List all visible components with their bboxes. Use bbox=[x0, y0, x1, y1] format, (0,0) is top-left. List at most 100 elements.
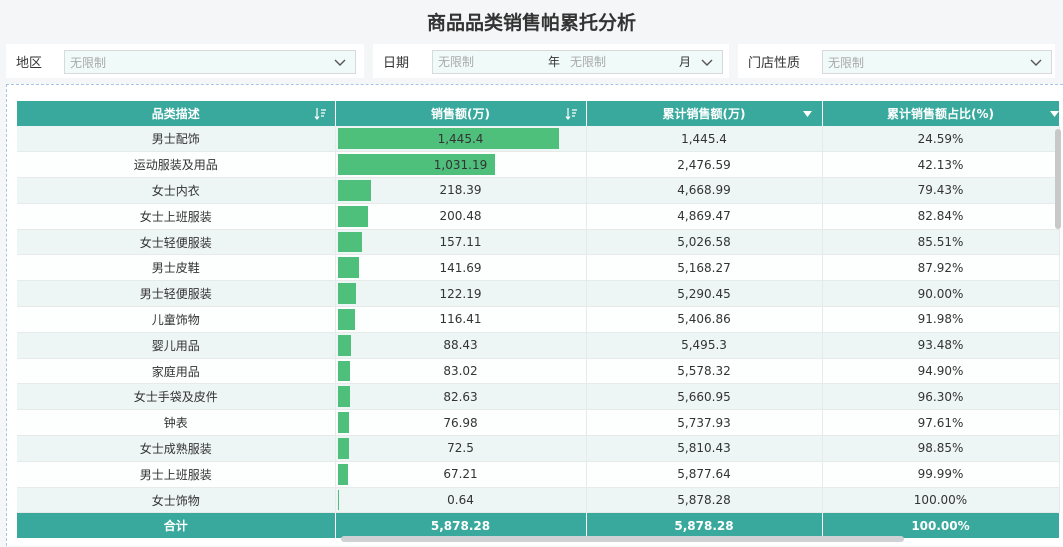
category-cell: 运动服装及用品 bbox=[17, 151, 336, 179]
month-unit: 月 bbox=[679, 55, 692, 69]
store-type-select[interactable]: 无限制 bbox=[822, 50, 1052, 74]
sales-value: 122.19 bbox=[439, 286, 482, 301]
cumulative-cell: 5,168.27 bbox=[586, 254, 823, 282]
cumulative-cell: 5,878.28 bbox=[586, 487, 823, 514]
column-header-cumulative-pct[interactable]: 累计销售额占比(%) bbox=[822, 101, 1061, 126]
cumulative-cell: 5,026.58 bbox=[586, 229, 823, 256]
total-cumulative-pct: 100.00% bbox=[822, 512, 1060, 538]
pareto-table: 品类描述 销售额(万) 累计销售额(万) 累计销售额占比(%) 男士配饰 1,4… bbox=[17, 101, 1060, 538]
sales-cell: 122.19 bbox=[335, 280, 587, 308]
category-cell: 女士饰物 bbox=[17, 487, 336, 514]
triangle-down-icon[interactable] bbox=[1048, 107, 1061, 120]
sort-desc-icon[interactable] bbox=[565, 107, 578, 120]
category-cell: 钟表 bbox=[17, 409, 336, 437]
sales-bar bbox=[337, 257, 360, 279]
cumulative-pct-cell: 99.99% bbox=[822, 461, 1060, 488]
table-row: 运动服装及用品 1,031.19 2,476.59 42.13% bbox=[17, 151, 1060, 179]
table-header-row: 品类描述 销售额(万) 累计销售额(万) 累计销售额占比(%) bbox=[17, 101, 1061, 126]
table-row: 女士上班服装 200.48 4,869.47 82.84% bbox=[17, 203, 1060, 230]
sales-value: 88.43 bbox=[443, 338, 478, 353]
region-select[interactable]: 无限制 bbox=[64, 50, 356, 74]
chevron-down-icon[interactable] bbox=[700, 55, 714, 69]
table-total-row: 合计 5,878.28 5,878.28 100.00% bbox=[17, 512, 1060, 538]
date-filter: 日期 无限制 年 无限制 月 bbox=[373, 44, 729, 78]
year-unit: 年 bbox=[548, 55, 561, 69]
table-row: 男士皮鞋 141.69 5,168.27 87.92% bbox=[17, 254, 1060, 282]
sales-bar bbox=[337, 360, 351, 382]
store-type-filter-label: 门店性质 bbox=[748, 55, 801, 71]
cumulative-cell: 1,445.4 bbox=[586, 126, 823, 153]
sales-value: 83.02 bbox=[443, 364, 478, 379]
table-body: 男士配饰 1,445.4 1,445.4 24.59% 运动服装及用品 1,031.19 2… bbox=[17, 126, 1060, 514]
cumulative-pct-cell: 24.59% bbox=[822, 126, 1060, 153]
cumulative-cell: 4,869.47 bbox=[586, 203, 823, 230]
sales-bar bbox=[337, 205, 369, 227]
filter-bar: 地区 无限制 日期 无限制 年 无限制 月 门店性质 无限制 bbox=[0, 44, 1063, 78]
month-placeholder[interactable]: 无限制 bbox=[570, 51, 606, 73]
sales-value: 116.41 bbox=[439, 312, 482, 327]
category-cell: 儿童饰物 bbox=[17, 306, 336, 333]
category-cell: 女士手袋及皮件 bbox=[17, 383, 336, 411]
cumulative-pct-cell: 90.00% bbox=[822, 280, 1060, 308]
cumulative-cell: 5,406.86 bbox=[586, 306, 823, 333]
sales-bar bbox=[337, 231, 362, 253]
category-cell: 女士成熟服装 bbox=[17, 435, 336, 462]
cumulative-cell: 4,668.99 bbox=[586, 177, 823, 204]
sales-cell: 67.21 bbox=[335, 461, 587, 488]
category-cell: 男士轻便服装 bbox=[17, 280, 336, 308]
column-header-sales[interactable]: 销售额(万) bbox=[335, 101, 587, 126]
cumulative-pct-cell: 98.85% bbox=[822, 435, 1060, 462]
table-row: 女士内衣 218.39 4,668.99 79.43% bbox=[17, 177, 1060, 204]
cumulative-cell: 5,877.64 bbox=[586, 461, 823, 488]
sort-desc-icon[interactable] bbox=[314, 107, 327, 120]
cumulative-cell: 5,660.95 bbox=[586, 383, 823, 411]
chevron-down-icon[interactable] bbox=[333, 55, 347, 69]
table-row: 女士饰物 0.64 5,878.28 100.00% bbox=[17, 487, 1060, 514]
cumulative-pct-cell: 97.61% bbox=[822, 409, 1060, 437]
sales-cell: 218.39 bbox=[335, 177, 587, 204]
sales-cell: 157.11 bbox=[335, 229, 587, 256]
sales-value: 1,445.4 bbox=[437, 131, 484, 146]
page-title: 商品品类销售帕累托分析 bbox=[426, 11, 636, 34]
cumulative-pct-cell: 85.51% bbox=[822, 229, 1060, 256]
triangle-down-icon[interactable] bbox=[801, 107, 814, 120]
sales-cell: 82.63 bbox=[335, 383, 587, 411]
total-cumulative: 5,878.28 bbox=[586, 512, 823, 538]
chevron-down-icon[interactable] bbox=[1029, 55, 1043, 69]
sales-cell: 76.98 bbox=[335, 409, 587, 437]
cumulative-pct-cell: 91.98% bbox=[822, 306, 1060, 333]
cumulative-cell: 5,495.3 bbox=[586, 332, 823, 359]
table-row: 婴儿用品 88.43 5,495.3 93.48% bbox=[17, 332, 1060, 359]
sales-bar bbox=[337, 309, 356, 330]
column-header-category[interactable]: 品类描述 bbox=[17, 101, 336, 126]
sales-value: 141.69 bbox=[439, 260, 482, 275]
pareto-table-panel: 品类描述 销售额(万) 累计销售额(万) 累计销售额占比(%) 男士配饰 1,4… bbox=[6, 84, 1063, 546]
vertical-scrollbar[interactable] bbox=[1055, 129, 1061, 229]
store-type-filter: 门店性质 无限制 bbox=[738, 44, 1055, 78]
category-cell: 女士轻便服装 bbox=[17, 229, 336, 256]
sales-value: 218.39 bbox=[439, 183, 482, 198]
table-row: 女士轻便服装 157.11 5,026.58 85.51% bbox=[17, 229, 1060, 256]
category-cell: 男士皮鞋 bbox=[17, 254, 336, 282]
table-row: 男士配饰 1,445.4 1,445.4 24.59% bbox=[17, 126, 1060, 153]
date-select[interactable]: 无限制 年 无限制 月 bbox=[432, 50, 723, 74]
horizontal-scrollbar[interactable] bbox=[341, 536, 904, 542]
category-cell: 女士上班服装 bbox=[17, 203, 336, 230]
sales-cell: 72.5 bbox=[335, 435, 587, 462]
cumulative-pct-cell: 82.84% bbox=[822, 203, 1060, 230]
column-header-cumulative[interactable]: 累计销售额(万) bbox=[586, 101, 823, 126]
store-type-select-placeholder: 无限制 bbox=[828, 55, 865, 70]
sales-value: 200.48 bbox=[439, 209, 482, 224]
sales-value: 0.64 bbox=[447, 493, 474, 508]
sales-bar bbox=[337, 489, 339, 511]
table-row: 钟表 76.98 5,737.93 97.61% bbox=[17, 409, 1060, 437]
sales-cell: 200.48 bbox=[335, 203, 587, 230]
sales-bar bbox=[337, 463, 348, 485]
sales-bar bbox=[337, 386, 351, 408]
cumulative-pct-cell: 79.43% bbox=[822, 177, 1060, 204]
date-filter-label: 日期 bbox=[383, 55, 410, 71]
table-row: 女士手袋及皮件 82.63 5,660.95 96.30% bbox=[17, 383, 1060, 411]
table-row: 女士成熟服装 72.5 5,810.43 98.85% bbox=[17, 435, 1060, 462]
sales-value: 82.63 bbox=[443, 389, 478, 404]
region-select-placeholder: 无限制 bbox=[70, 55, 107, 70]
